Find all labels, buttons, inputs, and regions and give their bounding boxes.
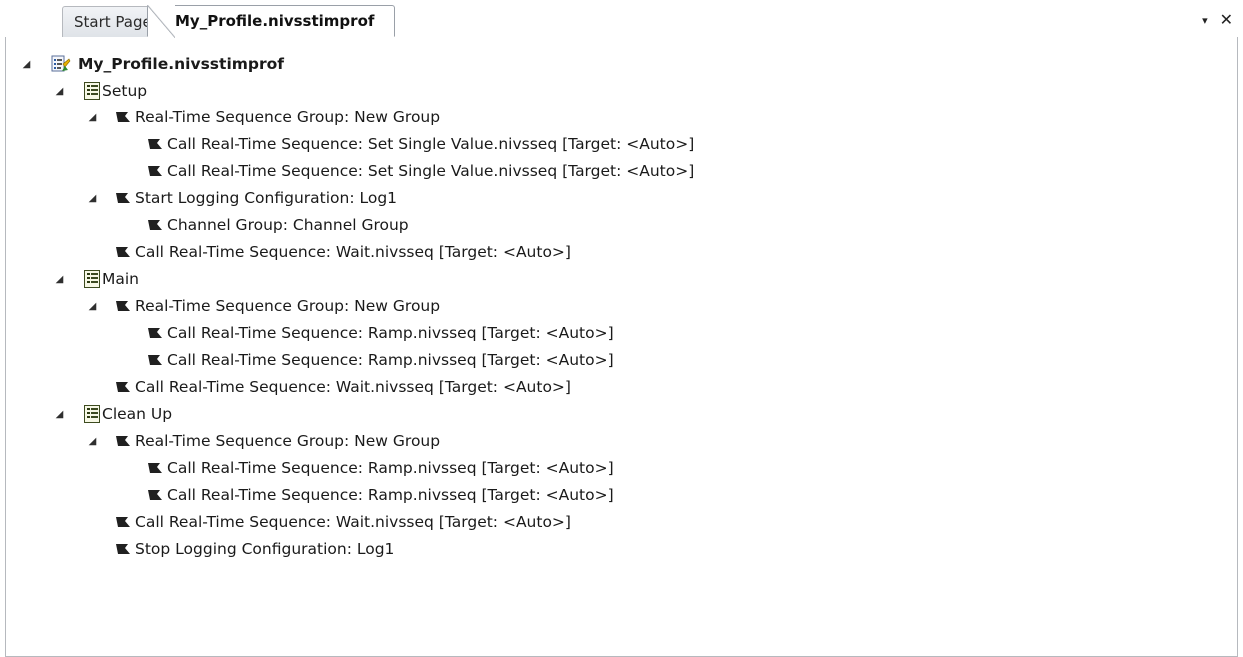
tab-label: Start Page bbox=[74, 13, 152, 31]
tree-node-sequence-call[interactable]: Call Real-Time Sequence: Set Single Valu… bbox=[22, 158, 694, 184]
expanded-triangle-icon[interactable]: ◢ bbox=[22, 60, 31, 70]
tree-node-label: Clean Up bbox=[102, 405, 173, 423]
tree-node-label: Call Real-Time Sequence: Ramp.nivsseq [T… bbox=[167, 324, 614, 342]
expanded-triangle-icon[interactable]: ◢ bbox=[55, 410, 64, 420]
tree-node-label: Call Real-Time Sequence: Set Single Valu… bbox=[167, 135, 695, 153]
sequence-flag-icon bbox=[116, 301, 130, 311]
tab-my-profile[interactable]: My_Profile.nivsstimprof bbox=[147, 5, 395, 38]
section-list-icon bbox=[84, 405, 100, 423]
tree-node-label: Setup bbox=[102, 82, 148, 100]
tree-node-label: Main bbox=[102, 270, 140, 288]
tree-node-sequence-call[interactable]: Call Real-Time Sequence: Set Single Valu… bbox=[22, 131, 694, 157]
tree-node-label: Call Real-Time Sequence: Wait.nivsseq [T… bbox=[135, 243, 571, 261]
tree-node-root[interactable]: ◢ My_Profile.nivsstimprof bbox=[22, 51, 284, 77]
tree-node-label: Call Real-Time Sequence: Ramp.nivsseq [T… bbox=[167, 351, 614, 369]
document-tab-strip: Start Page My_Profile.nivsstimprof ▾ ✕ bbox=[0, 0, 1243, 38]
sequence-flag-icon bbox=[116, 436, 130, 446]
tree-node-sequence-call[interactable]: Call Real-Time Sequence: Wait.nivsseq [T… bbox=[22, 239, 571, 265]
stimulus-profile-icon bbox=[51, 55, 71, 72]
window-controls: ▾ ✕ bbox=[1202, 9, 1233, 29]
tree-node-logging-configuration[interactable]: ◢ Start Logging Configuration: Log1 bbox=[22, 185, 397, 211]
sequence-flag-icon bbox=[148, 355, 162, 365]
sequence-flag-icon bbox=[116, 112, 130, 122]
sequence-flag-icon bbox=[148, 166, 162, 176]
tree-node-sequence-group[interactable]: ◢ Real-Time Sequence Group: New Group bbox=[22, 428, 440, 454]
tree-node-setup[interactable]: ◢ Setup bbox=[22, 78, 147, 104]
tree-node-sequence-call[interactable]: Call Real-Time Sequence: Wait.nivsseq [T… bbox=[22, 374, 571, 400]
tree-node-main[interactable]: ◢ Main bbox=[22, 266, 139, 292]
expanded-triangle-icon[interactable]: ◢ bbox=[55, 87, 64, 97]
tree-node-label: Start Logging Configuration: Log1 bbox=[135, 189, 398, 207]
sequence-flag-icon bbox=[116, 544, 130, 554]
tree-node-sequence-call[interactable]: Call Real-Time Sequence: Wait.nivsseq [T… bbox=[22, 509, 571, 535]
sequence-flag-icon bbox=[116, 517, 130, 527]
expanded-triangle-icon[interactable]: ◢ bbox=[88, 113, 97, 123]
tree-node-sequence-call[interactable]: Call Real-Time Sequence: Ramp.nivsseq [T… bbox=[22, 320, 614, 346]
tree-node-label: Channel Group: Channel Group bbox=[167, 216, 409, 234]
section-list-icon bbox=[84, 270, 100, 288]
tree-node-label: Call Real-Time Sequence: Wait.nivsseq [T… bbox=[135, 513, 571, 531]
tree-node-sequence-call[interactable]: Call Real-Time Sequence: Ramp.nivsseq [T… bbox=[22, 455, 614, 481]
tree-node-label: Call Real-Time Sequence: Set Single Valu… bbox=[167, 162, 695, 180]
tree-node-label: My_Profile.nivsstimprof bbox=[78, 55, 285, 73]
close-icon[interactable]: ✕ bbox=[1220, 10, 1233, 29]
sequence-flag-icon bbox=[116, 247, 130, 257]
tree-node-label: Real-Time Sequence Group: New Group bbox=[135, 432, 441, 450]
sequence-flag-icon bbox=[148, 490, 162, 500]
tree-node-label: Real-Time Sequence Group: New Group bbox=[135, 108, 441, 126]
tree-node-stop-logging[interactable]: Stop Logging Configuration: Log1 bbox=[22, 536, 394, 562]
tree-node-label: Call Real-Time Sequence: Wait.nivsseq [T… bbox=[135, 378, 571, 396]
tree-node-sequence-group[interactable]: ◢ Real-Time Sequence Group: New Group bbox=[22, 293, 440, 319]
tree-node-label: Call Real-Time Sequence: Ramp.nivsseq [T… bbox=[167, 459, 614, 477]
section-list-icon bbox=[84, 82, 100, 100]
tree-node-label: Stop Logging Configuration: Log1 bbox=[135, 540, 395, 558]
sequence-flag-icon bbox=[148, 139, 162, 149]
sequence-flag-icon bbox=[148, 463, 162, 473]
tree-node-sequence-call[interactable]: Call Real-Time Sequence: Ramp.nivsseq [T… bbox=[22, 347, 614, 373]
tree-node-sequence-call[interactable]: Call Real-Time Sequence: Ramp.nivsseq [T… bbox=[22, 482, 614, 508]
sequence-flag-icon bbox=[116, 382, 130, 392]
sequence-flag-icon bbox=[148, 220, 162, 230]
tree-node-clean-up[interactable]: ◢ Clean Up bbox=[22, 401, 172, 427]
chevron-down-icon[interactable]: ▾ bbox=[1202, 14, 1208, 27]
tree-node-label: Real-Time Sequence Group: New Group bbox=[135, 297, 441, 315]
expanded-triangle-icon[interactable]: ◢ bbox=[55, 275, 64, 285]
tab-label: My_Profile.nivsstimprof bbox=[175, 12, 375, 30]
tree-node-label: Call Real-Time Sequence: Ramp.nivsseq [T… bbox=[167, 486, 614, 504]
sequence-flag-icon bbox=[116, 193, 130, 203]
tree-node-sequence-group[interactable]: ◢ Real-Time Sequence Group: New Group bbox=[22, 104, 440, 130]
sequence-flag-icon bbox=[148, 328, 162, 338]
tree-node-channel-group[interactable]: Channel Group: Channel Group bbox=[22, 212, 409, 238]
expanded-triangle-icon[interactable]: ◢ bbox=[88, 302, 97, 312]
expanded-triangle-icon[interactable]: ◢ bbox=[88, 437, 97, 447]
expanded-triangle-icon[interactable]: ◢ bbox=[88, 194, 97, 204]
